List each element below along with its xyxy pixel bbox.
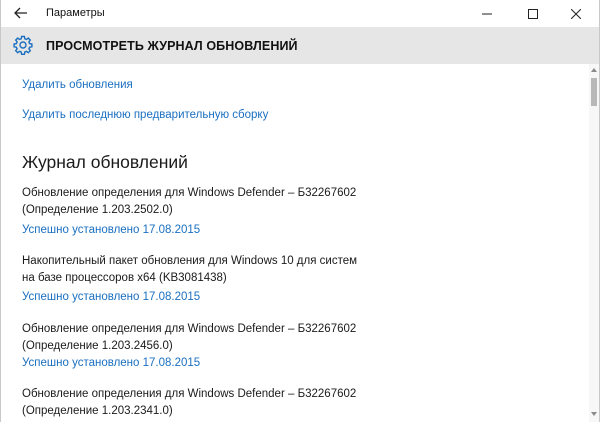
back-arrow-icon [14,7,27,19]
vertical-scrollbar[interactable] [589,64,599,422]
minimize-icon [482,13,492,14]
history-entry: Накопительный пакет обновления для Windo… [22,253,357,287]
scroll-up-button[interactable] [589,64,599,76]
scroll-down-button[interactable] [589,408,599,420]
scroll-up-icon [591,68,597,72]
entry-line: (Определение 1.203.2502.0) [22,204,173,216]
back-button[interactable] [7,2,35,24]
page-header: ПРОСМОТРЕТЬ ЖУРНАЛ ОБНОВЛЕНИЙ [1,27,599,64]
maximize-icon [528,8,538,19]
uninstall-updates-link[interactable]: Удалить обновления [22,79,133,91]
history-entry: Обновление определения для Windows Defen… [22,386,356,420]
entry-line: Накопительный пакет обновления для Windo… [22,255,358,267]
scrollbar-thumb[interactable] [591,78,597,106]
entry-line: Обновление определения для Windows Defen… [22,323,357,335]
entry-status-link[interactable]: Успешно установлено 17.08.2015 [22,291,200,303]
minimize-button[interactable] [464,0,510,27]
maximize-button[interactable] [510,0,556,27]
close-button[interactable] [553,0,599,27]
settings-window: Параметры ПРОСМОТРЕТЬ ЖУРНАЛ ОБНОВЛЕНИЙ [0,0,600,422]
history-entry: Обновление определения для Windows Defen… [22,185,356,219]
uninstall-preview-build-link[interactable]: Удалить последнюю предварительную сборку [22,109,268,121]
page-title: ПРОСМОТРЕТЬ ЖУРНАЛ ОБНОВЛЕНИЙ [46,39,298,53]
entry-status-link[interactable]: Успешно установлено 17.08.2015 [22,357,200,369]
entry-line: на базе процессоров x64 (KB3081438) [22,272,227,284]
entry-status-link[interactable]: Успешно установлено 17.08.2015 [22,224,200,236]
entry-line: Обновление определения для Windows Defen… [22,388,357,400]
history-title: Журнал обновлений [22,152,188,172]
title-bar: Параметры [1,0,599,27]
entry-line: Обновление определения для Windows Defen… [22,187,357,199]
gear-icon [13,35,33,55]
close-icon [571,8,581,19]
entry-line: (Определение 1.203.2341.0) [22,405,173,417]
content-area: Удалить обновления Удалить последнюю пре… [1,64,589,422]
scroll-down-icon [591,412,597,416]
app-title: Параметры [46,7,105,19]
history-entry: Обновление определения для Windows Defen… [22,321,356,355]
entry-line: (Определение 1.203.2456.0) [22,340,173,352]
